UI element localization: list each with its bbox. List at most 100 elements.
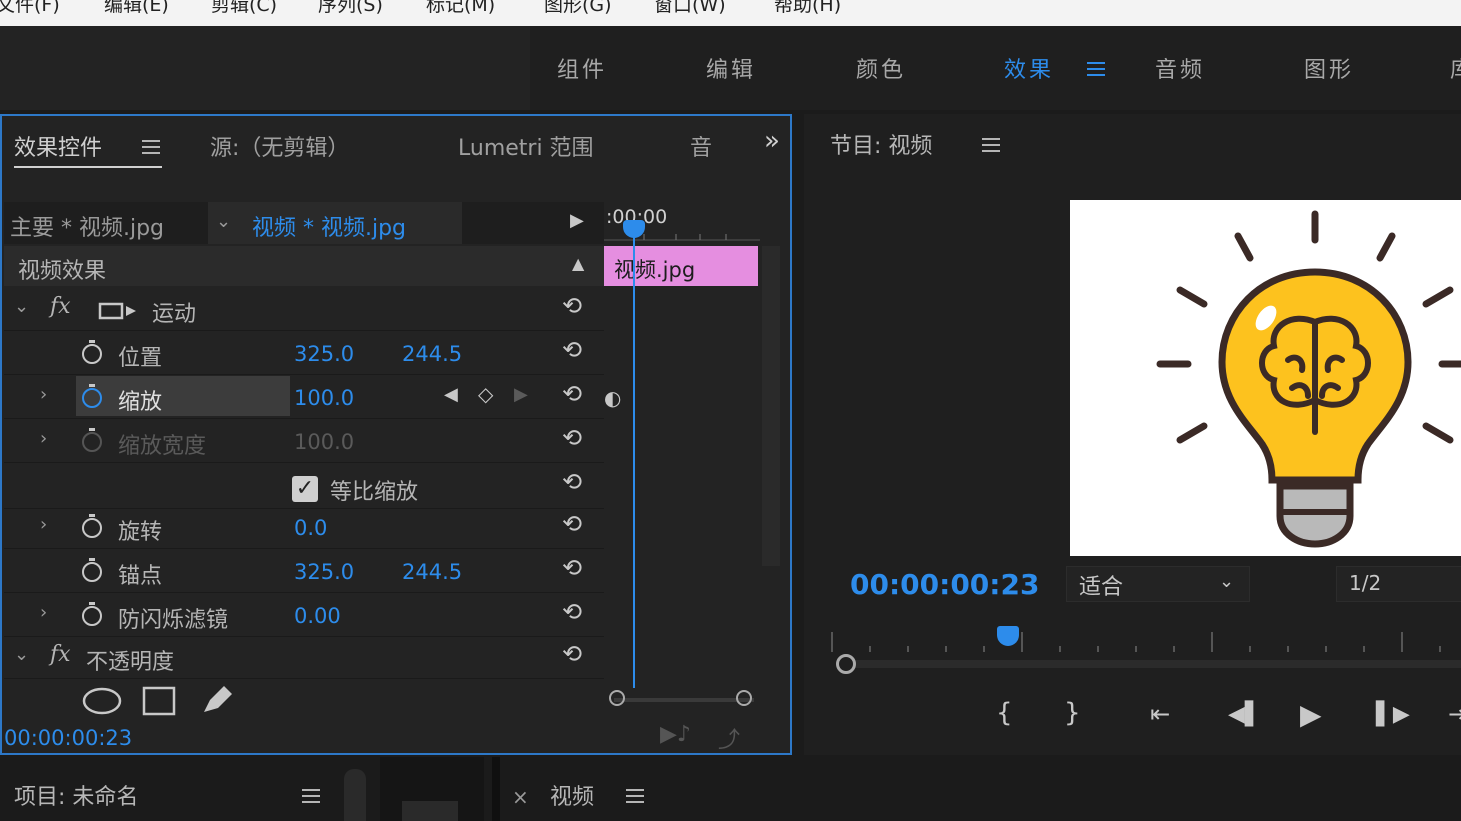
stopwatch-icon[interactable] <box>82 602 102 626</box>
motion-effect-row[interactable]: ⌄ fx 运动 ⟲ <box>4 288 604 331</box>
menu-graphics[interactable]: 图形(G) <box>544 0 612 15</box>
stopwatch-icon[interactable] <box>82 514 102 538</box>
master-clip-label[interactable]: 主要 * 视频.jpg <box>10 210 164 242</box>
reset-icon[interactable]: ⟲ <box>562 468 582 496</box>
menu-file[interactable]: 文件(F) <box>0 0 60 15</box>
workspace-graphics[interactable]: 图形 <box>1304 52 1354 84</box>
keyframe-marker-icon[interactable]: ◐ <box>604 386 621 410</box>
pen-mask-icon[interactable] <box>204 686 232 712</box>
stopwatch-icon[interactable] <box>82 558 102 582</box>
selection-tool-icon[interactable] <box>402 801 458 821</box>
anchor-x-value[interactable]: 325.0 <box>294 560 354 584</box>
expand-chevron-icon[interactable]: › <box>40 514 47 535</box>
collapse-up-icon[interactable]: ▲ <box>572 254 584 273</box>
reset-icon[interactable]: ⟲ <box>562 336 582 364</box>
project-panel-title[interactable]: 项目: 未命名 <box>14 779 138 811</box>
workspace-libraries[interactable]: 库 <box>1450 52 1461 84</box>
tab-audio[interactable]: 音 <box>690 130 712 162</box>
zoom-scroll-track[interactable] <box>614 698 754 702</box>
expand-chevron-icon[interactable]: › <box>40 602 47 623</box>
prev-keyframe-icon[interactable]: ◀ <box>444 384 458 405</box>
zoom-scroll-right-handle[interactable] <box>736 690 752 706</box>
go-to-in-icon[interactable]: ⇤ <box>1150 700 1170 728</box>
mark-out-icon[interactable]: } <box>1064 698 1081 728</box>
chevron-down-icon: ⌄ <box>1219 571 1235 592</box>
panel-menu-icon[interactable] <box>626 789 644 803</box>
rectangle-mask-icon[interactable] <box>142 686 176 716</box>
reset-icon[interactable]: ⟲ <box>562 598 582 626</box>
rotation-value[interactable]: 0.0 <box>294 516 327 540</box>
step-forward-icon[interactable]: ▌▶ <box>1376 702 1410 727</box>
workspace-audio[interactable]: 音频 <box>1155 52 1205 84</box>
transform-icon[interactable] <box>98 300 138 322</box>
export-icon[interactable]: ⤴ <box>718 722 740 754</box>
panel-timecode[interactable]: 00:00:00:23 <box>4 726 132 750</box>
panel-menu-icon[interactable] <box>982 138 1000 152</box>
close-tab-icon[interactable]: × <box>512 785 529 809</box>
workspace-color[interactable]: 颜色 <box>856 52 906 84</box>
reset-icon[interactable]: ⟲ <box>562 554 582 582</box>
reset-icon[interactable]: ⟲ <box>562 424 582 452</box>
workspace-editing[interactable]: 编辑 <box>706 52 756 84</box>
clip-bar-label: 视频.jpg <box>614 258 696 282</box>
reset-icon[interactable]: ⟲ <box>562 380 582 408</box>
tab-source[interactable]: 源:（无剪辑） <box>210 130 349 162</box>
workspace-assembly[interactable]: 组件 <box>557 52 607 84</box>
position-label: 位置 <box>118 346 163 371</box>
fit-dropdown[interactable]: 适合 ⌄ <box>1066 566 1250 602</box>
clip-bar[interactable]: 视频.jpg <box>604 246 758 286</box>
play-audio-icon[interactable]: ▶♪ <box>660 722 691 747</box>
video-frame <box>1070 200 1461 556</box>
position-y-value[interactable]: 244.5 <box>402 342 462 366</box>
expand-chevron-icon[interactable]: › <box>40 384 47 405</box>
mark-in-icon[interactable]: { <box>996 698 1013 728</box>
expand-chevron-icon[interactable]: ⌄ <box>14 296 29 317</box>
stopwatch-active-icon[interactable] <box>82 384 102 408</box>
stopwatch-icon[interactable] <box>82 340 102 364</box>
fx-icon[interactable]: fx <box>50 642 71 667</box>
tab-lumetri-scopes[interactable]: Lumetri 范围 <box>458 130 594 162</box>
tools-panel <box>380 757 484 821</box>
anchor-y-value[interactable]: 244.5 <box>402 560 462 584</box>
tab-effect-controls[interactable]: 效果控件 <box>14 130 102 162</box>
workspace-effects[interactable]: 效果 <box>1004 52 1054 84</box>
reset-icon[interactable]: ⟲ <box>562 292 582 320</box>
menu-edit[interactable]: 编辑(E) <box>104 0 169 15</box>
expand-chevron-icon[interactable]: ⌄ <box>14 644 29 665</box>
vertical-scrollbar[interactable] <box>762 246 780 566</box>
add-keyframe-icon[interactable]: ◇ <box>478 382 493 406</box>
rotation-label: 旋转 <box>118 520 163 545</box>
go-to-out-icon[interactable]: ⇥ <box>1448 700 1461 728</box>
uniform-scale-checkbox[interactable]: ✓ <box>292 476 318 502</box>
program-zoom-bar[interactable] <box>844 660 1461 668</box>
program-title[interactable]: 节目: 视频 <box>830 128 932 160</box>
zoom-scroll-left-handle[interactable] <box>609 690 625 706</box>
fx-icon[interactable]: fx <box>50 294 71 319</box>
expand-chevron-icon[interactable]: › <box>40 428 47 449</box>
reset-icon[interactable]: ⟲ <box>562 510 582 538</box>
tabs-overflow-icon[interactable]: » <box>764 126 780 156</box>
workspace-menu-icon[interactable] <box>1087 62 1105 76</box>
scale-value[interactable]: 100.0 <box>294 386 354 410</box>
play-clip-icon[interactable]: ▶ <box>570 210 584 231</box>
ellipse-mask-icon[interactable] <box>82 687 122 715</box>
play-icon[interactable]: ▶ <box>1300 698 1322 731</box>
opacity-effect-row[interactable]: ⌄ fx 不透明度 ⟲ <box>4 636 604 679</box>
program-zoom-handle[interactable] <box>836 654 856 674</box>
menu-sequence[interactable]: 序列(S) <box>318 0 383 15</box>
resolution-dropdown[interactable]: 1/2 <box>1336 566 1461 602</box>
reset-icon[interactable]: ⟲ <box>562 640 582 668</box>
menu-window[interactable]: 窗口(W) <box>654 0 726 15</box>
sequence-tab[interactable]: 视频 <box>550 779 594 811</box>
panel-menu-icon[interactable] <box>142 140 160 154</box>
menu-help[interactable]: 帮助(H) <box>774 0 841 15</box>
step-back-icon[interactable]: ◀▌ <box>1228 702 1262 727</box>
antiflicker-value[interactable]: 0.00 <box>294 604 341 628</box>
next-keyframe-icon[interactable]: ▶ <box>514 384 528 405</box>
sequence-clip-selector[interactable]: ⌄ 视频 * 视频.jpg <box>208 202 462 244</box>
panel-menu-icon[interactable] <box>302 789 320 803</box>
position-x-value[interactable]: 325.0 <box>294 342 354 366</box>
program-timecode[interactable]: 00:00:00:23 <box>850 568 1039 601</box>
menu-marker[interactable]: 标记(M) <box>426 0 495 15</box>
menu-clip[interactable]: 剪辑(C) <box>211 0 277 15</box>
